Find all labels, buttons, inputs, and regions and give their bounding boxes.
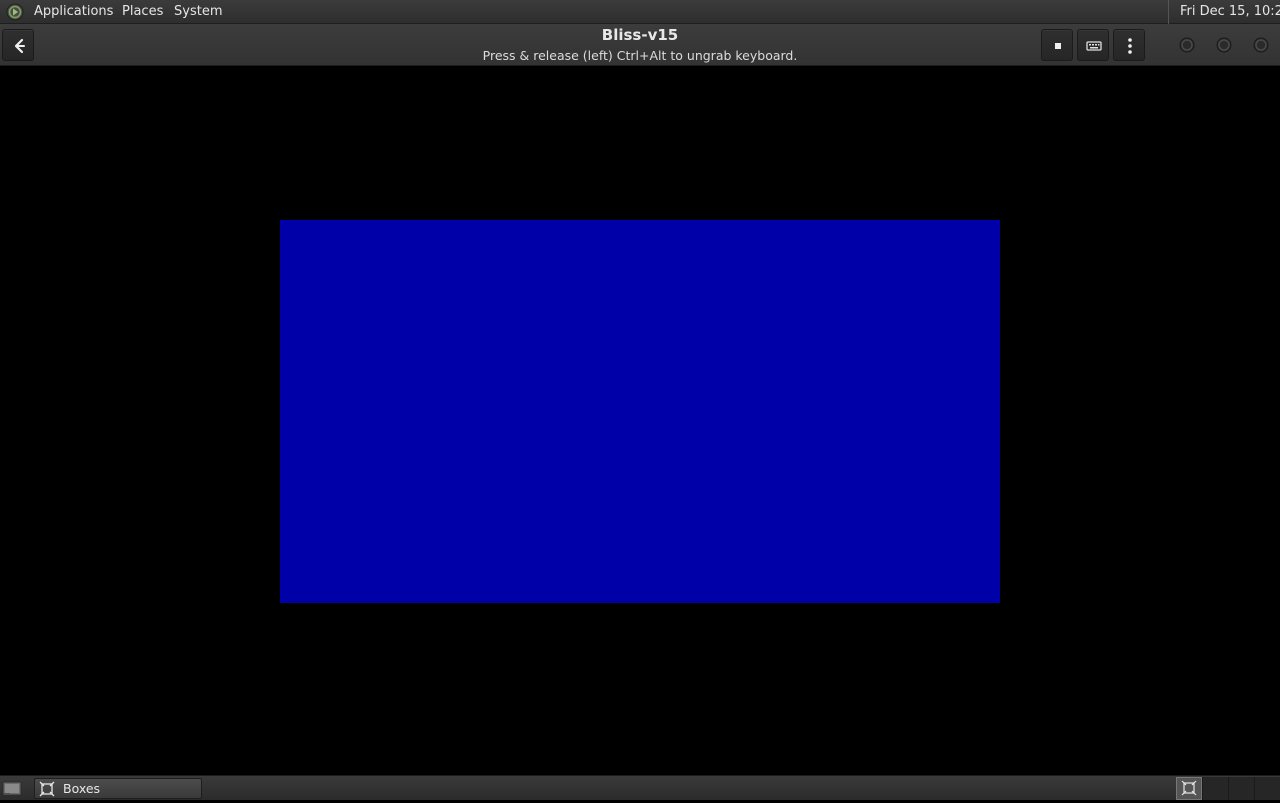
system-menu[interactable]: System — [174, 4, 222, 20]
stop-icon — [1055, 43, 1061, 49]
window-title: Bliss-v15 — [601, 26, 679, 44]
workspace-2[interactable] — [1202, 777, 1228, 800]
stop-button[interactable] — [1041, 29, 1073, 61]
show-desktop-icon[interactable] — [2, 779, 22, 797]
window-subtitle: Press & release (left) Ctrl+Alt to ungra… — [482, 48, 798, 63]
taskbar-item-boxes[interactable]: Boxes — [34, 778, 202, 799]
vm-display[interactable] — [0, 67, 1280, 775]
back-arrow-icon — [14, 38, 25, 54]
vertical-dots-icon — [1128, 38, 1132, 54]
places-menu[interactable]: Places — [122, 4, 163, 20]
mate-logo-icon[interactable] — [6, 3, 24, 21]
workspace-switcher[interactable] — [1176, 777, 1280, 800]
boxes-icon — [1181, 780, 1197, 796]
workspace-1[interactable] — [1176, 777, 1202, 800]
applications-menu[interactable]: Applications — [34, 4, 113, 20]
boxes-icon — [39, 781, 55, 797]
header-bar: Bliss-v15 Press & release (left) Ctrl+Al… — [0, 24, 1280, 66]
title-block: Bliss-v15 Press & release (left) Ctrl+Al… — [340, 24, 940, 66]
minimize-icon[interactable] — [1178, 36, 1196, 54]
clock[interactable]: Fri Dec 15, 10:26 — [1168, 0, 1280, 24]
keyboard-icon — [1086, 41, 1102, 51]
keyboard-button[interactable] — [1077, 29, 1109, 61]
workspace-3[interactable] — [1228, 777, 1254, 800]
maximize-icon[interactable] — [1215, 36, 1233, 54]
workspace-4[interactable] — [1254, 777, 1280, 800]
back-button[interactable] — [2, 29, 34, 61]
top-panel: Applications Places System Fri Dec 15, 1… — [0, 0, 1280, 24]
taskbar-item-label: Boxes — [63, 781, 101, 796]
vm-screen[interactable] — [280, 220, 1000, 603]
bottom-panel: Boxes — [0, 775, 1280, 800]
more-options-button[interactable] — [1113, 29, 1145, 61]
close-icon[interactable] — [1252, 36, 1270, 54]
